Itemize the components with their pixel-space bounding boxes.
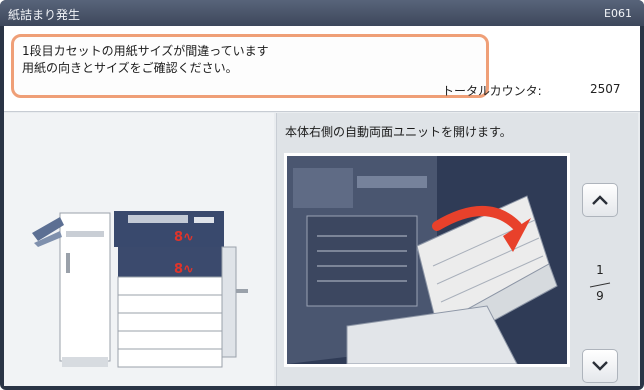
total-counter-value: 2507 [590, 82, 621, 96]
page-indicator: 1 9 [582, 263, 618, 307]
chevron-up-icon [592, 195, 608, 205]
total-pages: 9 [596, 289, 604, 303]
copier-illustration: 8∿ 8∿ [32, 211, 248, 368]
page-up-button[interactable] [582, 183, 618, 217]
duplex-unit-illustration [287, 156, 567, 364]
guide-illustration [284, 153, 570, 367]
message-line-1: 1段目カセットの用紙サイズが間違っています [22, 44, 269, 58]
message-line-2: 用紙の向きとサイズをご確認ください。 [22, 61, 238, 75]
error-code: E061 [604, 7, 632, 20]
chevron-down-icon [592, 361, 608, 371]
screen-frame: 紙詰まり発生 E061 1段目カセットの用紙サイズが間違っています 用紙の向きと… [0, 0, 644, 390]
jam-mark-icon-1: 8∿ [174, 230, 194, 245]
guide-instruction: 本体右側の自動両面ユニットを開けます。 [285, 125, 512, 139]
content-area: 1段目カセットの用紙サイズが間違っています 用紙の向きとサイズをご確認ください。… [4, 26, 640, 386]
page-down-button[interactable] [582, 349, 618, 383]
window-title: 紙詰まり発生 [8, 8, 81, 22]
jam-mark-icon-2: 8∿ [174, 262, 194, 277]
total-counter-label: トータルカウンタ: [442, 84, 542, 98]
guide-pane: 本体右側の自動両面ユニットを開けます。 1 9 [276, 113, 638, 386]
machine-overview-pane: 8∿ 8∿ [4, 113, 274, 386]
message-bar: 1段目カセットの用紙サイズが間違っています 用紙の向きとサイズをご確認ください。… [4, 26, 640, 112]
title-bar: 紙詰まり発生 E061 [0, 0, 644, 26]
